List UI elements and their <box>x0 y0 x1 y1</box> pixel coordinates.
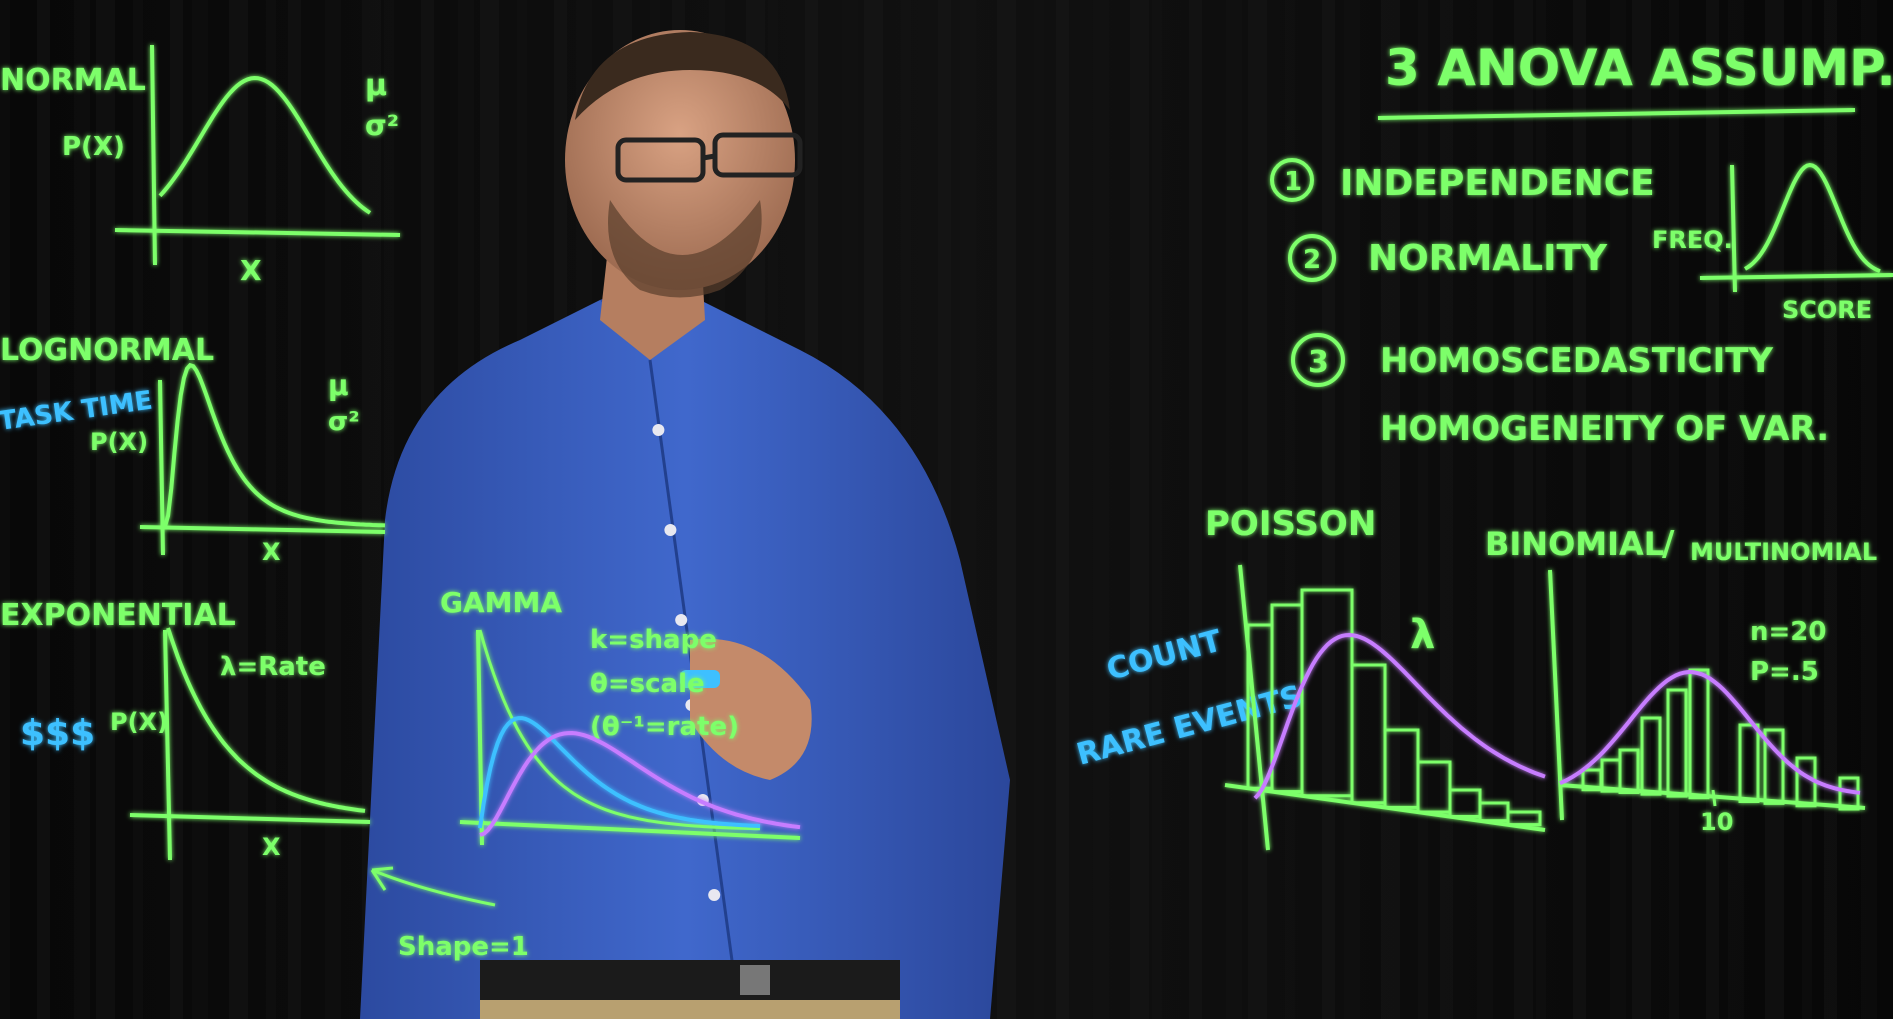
anova-title: 3 ANOVA ASSUMP. <box>1385 39 1893 97</box>
curtain-fold <box>1093 0 1109 1019</box>
lognormal-x-label: X <box>262 538 281 566</box>
curtain-fold <box>1514 0 1533 1019</box>
curtain-fold <box>1056 0 1069 1019</box>
gamma-shape-one: Shape=1 <box>398 932 529 962</box>
curtain-fold <box>1669 0 1679 1019</box>
glasses-bridge <box>702 153 716 161</box>
curtain-fold <box>325 0 341 1019</box>
shirt-button <box>652 424 665 436</box>
binomial-tick-label: 10 <box>1700 808 1733 836</box>
assumption-2-text: NORMALITY <box>1368 238 1608 279</box>
shirt-button <box>708 889 721 901</box>
curtain-fold <box>1632 0 1651 1019</box>
dollars-label: $$$ <box>20 713 95 754</box>
exponential-rate: λ=Rate <box>220 652 326 682</box>
lightboard-scene: NORMAL P(X) X μ σ² LOGNORMAL P(X) X μ σ²… <box>0 0 1893 1019</box>
lognormal-sigma: σ² <box>328 407 360 437</box>
curtain-fold <box>1861 0 1877 1019</box>
assumption-2-number: 2 <box>1303 245 1321 275</box>
curtain-fold <box>1573 0 1586 1019</box>
curtain-fold <box>1802 0 1812 1019</box>
poisson-label: POISSON <box>1205 504 1376 544</box>
poisson-lambda: λ <box>1410 612 1435 658</box>
assumption-3-subtext: HOMOGENEITY OF VAR. <box>1380 409 1829 449</box>
curtain-fold <box>1706 0 1719 1019</box>
presenter-pants <box>480 1000 900 1019</box>
lognormal-y-label: P(X) <box>90 428 148 456</box>
curtain-fold <box>1381 0 1400 1019</box>
curtain-fold <box>1418 0 1428 1019</box>
normal-y-label: P(X) <box>62 132 125 162</box>
curtain-fold <box>170 0 183 1019</box>
exponential-y-label: P(X) <box>110 708 168 736</box>
curtain-fold <box>1610 0 1626 1019</box>
multinomial-label: MULTINOMIAL <box>1690 538 1877 566</box>
curtain-fold <box>1130 0 1149 1019</box>
curtain-fold <box>0 0 10 1019</box>
curtain-fold <box>192 0 208 1019</box>
curtain-fold <box>1477 0 1493 1019</box>
assumption-3-number: 3 <box>1308 345 1329 380</box>
curtain-fold <box>1189 0 1202 1019</box>
curtain-fold <box>1440 0 1453 1019</box>
curtain-fold <box>266 0 276 1019</box>
belt-buckle <box>740 965 770 995</box>
normal-x-label: X <box>240 254 262 287</box>
curtain-fold <box>1034 0 1044 1019</box>
lognormal-label: LOGNORMAL <box>0 333 214 368</box>
normal-mu: μ <box>365 68 387 103</box>
assumption-1-number: 1 <box>1284 167 1302 197</box>
binomial-p: P=.5 <box>1750 657 1819 687</box>
curtain-fold <box>37 0 50 1019</box>
normality-freq-label: FREQ. <box>1652 226 1733 254</box>
curtain-fold <box>229 0 248 1019</box>
binomial-tick <box>1711 789 1717 807</box>
gamma-label: GAMMA <box>440 586 562 619</box>
assumption-1-text: INDEPENDENCE <box>1340 163 1655 204</box>
normal-sigma: σ² <box>365 109 399 142</box>
exponential-label: EXPONENTIAL <box>0 598 236 633</box>
curtain-fold <box>1765 0 1784 1019</box>
gamma-theta-scale: θ=scale <box>590 669 705 699</box>
exponential-x-label: X <box>262 833 281 861</box>
lognormal-mu: μ <box>328 369 349 402</box>
binomial-n: n=20 <box>1750 617 1826 647</box>
gamma-theta-rate: (θ⁻¹=rate) <box>590 712 739 742</box>
curtain-fold <box>288 0 301 1019</box>
shirt-button <box>664 524 677 536</box>
curtain-fold <box>1536 0 1546 1019</box>
binomial-label: BINOMIAL <box>1485 525 1664 563</box>
presenter-belt <box>480 960 900 1000</box>
curtain-fold <box>1152 0 1162 1019</box>
normal-label: NORMAL <box>0 63 146 98</box>
curtain-fold <box>133 0 143 1019</box>
normality-score-label: SCORE <box>1782 296 1872 324</box>
gamma-k-shape: k=shape <box>590 625 717 655</box>
assumption-3-text: HOMOSCEDASTICITY <box>1380 341 1773 381</box>
curtain-fold <box>1824 0 1837 1019</box>
binomial-slash: / <box>1662 524 1675 564</box>
curtain-fold <box>1728 0 1744 1019</box>
